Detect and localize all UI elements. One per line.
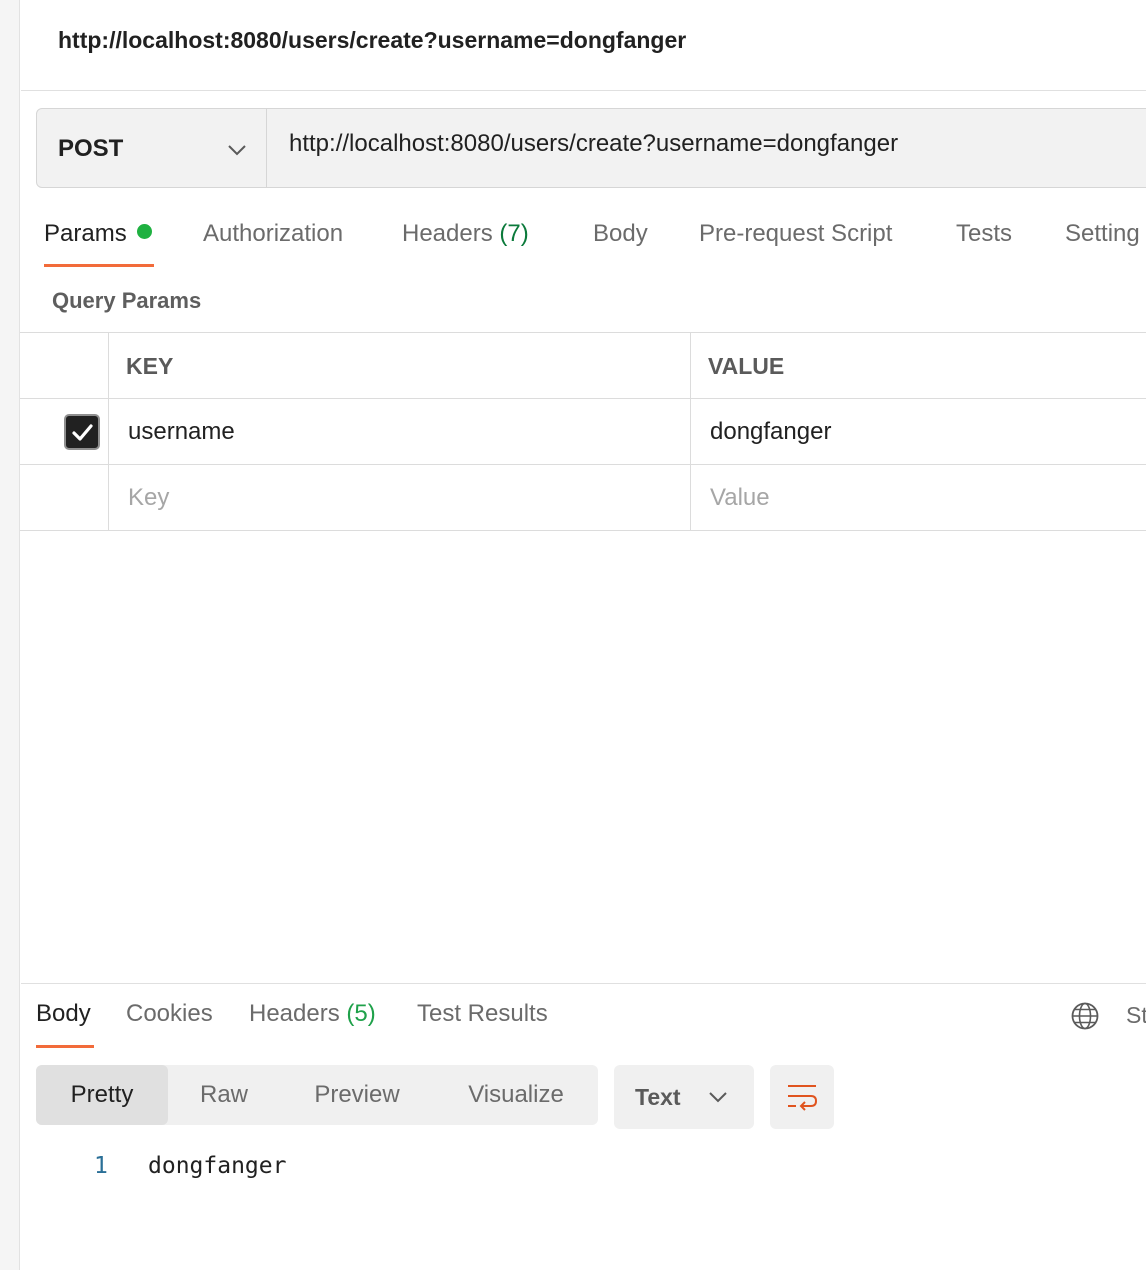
response-tab-cookies[interactable]: Cookies: [126, 1000, 213, 1028]
query-params-table: KEY VALUE username dongfanger Key Value: [20, 332, 1146, 532]
tab-headers[interactable]: Headers (7): [402, 220, 529, 248]
param-enabled-checkbox[interactable]: [64, 414, 100, 450]
request-tabs: Params Authorization Headers (7) Body Pr…: [21, 210, 1146, 270]
column-header-value: VALUE: [708, 353, 785, 379]
table-row-empty: Key Value: [20, 465, 1146, 531]
wrap-lines-icon: [788, 1085, 818, 1111]
view-mode-switcher: Pretty Raw Preview Visualize: [36, 1065, 598, 1125]
url-input[interactable]: http://localhost:8080/users/create?usern…: [289, 130, 898, 158]
response-tab-test-results[interactable]: Test Results: [417, 1000, 548, 1028]
view-mode-pretty[interactable]: Pretty: [36, 1065, 168, 1125]
column-divider: [690, 333, 691, 531]
tab-authorization-label: Authorization: [203, 220, 344, 247]
tab-headers-label: Headers: [402, 220, 493, 247]
tab-params-label: Params: [44, 220, 127, 247]
tab-authorization[interactable]: Authorization: [203, 220, 343, 248]
table-header-row: KEY VALUE: [20, 333, 1146, 399]
response-tab-headers-label: Headers: [249, 1000, 340, 1027]
new-value-input[interactable]: Value: [710, 484, 770, 512]
method-label: POST: [58, 135, 124, 162]
active-tab-indicator: [44, 264, 154, 267]
tab-pre-request-script-label: Pre-request Script: [699, 220, 893, 247]
param-key[interactable]: username: [128, 418, 235, 446]
chevron-down-icon: [228, 145, 246, 156]
column-header-key: KEY: [126, 353, 174, 379]
left-rail: [0, 0, 20, 1270]
check-icon: [72, 424, 93, 441]
response-tab-headers-count: (5): [346, 1000, 376, 1027]
response-body-editor[interactable]: 1 dongfanger: [21, 1144, 1146, 1204]
column-divider: [108, 333, 109, 531]
param-value[interactable]: dongfanger: [710, 418, 831, 446]
response-panel: Body Cookies Headers (5) Test Results St…: [21, 983, 1146, 1270]
new-key-input[interactable]: Key: [128, 484, 169, 512]
response-tab-body-label: Body: [36, 1000, 91, 1027]
tab-pre-request-script[interactable]: Pre-request Script: [699, 220, 892, 248]
tab-body-label: Body: [593, 220, 648, 247]
tab-body[interactable]: Body: [593, 220, 648, 248]
method-select[interactable]: POST: [37, 109, 267, 187]
view-mode-raw[interactable]: Raw: [168, 1065, 280, 1125]
request-title[interactable]: http://localhost:8080/users/create?usern…: [58, 27, 686, 54]
response-status-label: St: [1126, 1002, 1146, 1028]
tab-settings[interactable]: Setting: [1065, 220, 1140, 248]
request-bar: POST http://localhost:8080/users/create?…: [36, 108, 1146, 188]
chevron-down-icon: [709, 1092, 727, 1103]
view-mode-preview[interactable]: Preview: [280, 1065, 434, 1125]
wrap-lines-button[interactable]: [770, 1065, 834, 1129]
globe-icon[interactable]: [1070, 1001, 1100, 1031]
format-select[interactable]: Text: [614, 1065, 754, 1129]
view-mode-visualize[interactable]: Visualize: [434, 1065, 598, 1125]
format-label: Text: [635, 1084, 681, 1110]
tab-settings-label: Setting: [1065, 220, 1140, 247]
tab-tests[interactable]: Tests: [956, 220, 1012, 248]
active-response-tab-indicator: [36, 1045, 94, 1048]
tab-params[interactable]: Params: [44, 220, 152, 248]
request-title-bar: http://localhost:8080/users/create?usern…: [21, 0, 1146, 91]
tab-headers-count: (7): [499, 220, 529, 247]
response-tab-cookies-label: Cookies: [126, 1000, 213, 1027]
line-number: 1: [94, 1153, 108, 1179]
response-tab-test-results-label: Test Results: [417, 1000, 548, 1027]
query-params-title: Query Params: [52, 288, 202, 313]
response-tab-body[interactable]: Body: [36, 1000, 91, 1028]
response-tab-headers[interactable]: Headers (5): [249, 1000, 376, 1028]
response-body-text: dongfanger: [148, 1153, 287, 1179]
tab-tests-label: Tests: [956, 220, 1013, 247]
params-active-dot: [136, 224, 152, 239]
table-row: username dongfanger: [20, 399, 1146, 465]
